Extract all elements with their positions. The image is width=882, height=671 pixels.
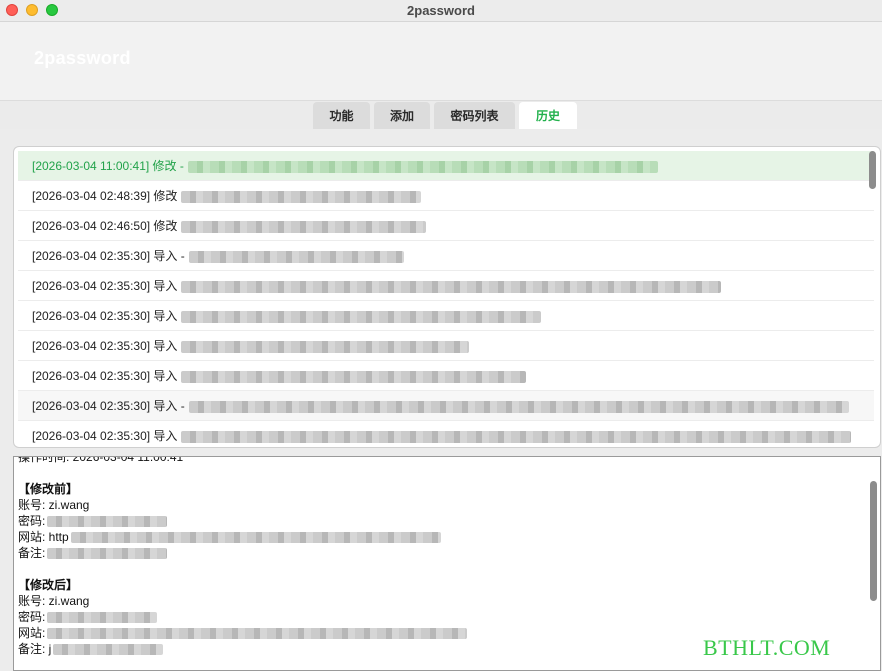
tab-password-list[interactable]: 密码列表 bbox=[434, 102, 515, 130]
redacted-text bbox=[47, 516, 168, 528]
detail-label: 备注: bbox=[18, 642, 49, 656]
watermark: BTHLT.COM bbox=[703, 635, 831, 660]
detail-before-account: 账号: zi.wang bbox=[18, 497, 858, 513]
redacted-text bbox=[181, 190, 422, 203]
detail-after-account: 账号: zi.wang bbox=[18, 593, 858, 609]
history-row-text: [2026-03-04 02:46:50] 修改 bbox=[32, 219, 178, 233]
redacted-text bbox=[53, 644, 164, 656]
detail-value: zi.wang bbox=[48, 498, 90, 512]
detail-op-time: 操作时间: 2026-03-04 11:00:41 bbox=[18, 456, 184, 464]
app-header: 2password bbox=[0, 22, 882, 100]
history-list-scroll-thumb[interactable] bbox=[869, 151, 876, 189]
history-detail-scrollbar[interactable] bbox=[870, 481, 877, 601]
app-window: 2password 2password 功能 添加 密码列表 历史 [2026-… bbox=[0, 0, 882, 671]
detail-label: 密码: bbox=[18, 610, 46, 624]
tab-history[interactable]: 历史 bbox=[519, 102, 577, 130]
detail-value: http bbox=[48, 530, 69, 544]
history-row[interactable]: [2026-03-04 02:48:39] 修改 bbox=[18, 181, 874, 211]
history-row-text: [2026-03-04 02:35:30] 导入 bbox=[32, 309, 178, 323]
history-row[interactable]: [2026-03-04 11:00:41] 修改 - bbox=[18, 151, 874, 181]
detail-value: zi.wang bbox=[48, 594, 90, 608]
detail-value: j bbox=[48, 642, 52, 656]
history-row-text: [2026-03-04 02:35:30] 导入 bbox=[32, 369, 178, 383]
history-row-text: [2026-03-04 02:35:30] 导入 bbox=[32, 279, 178, 293]
detail-before-note: 备注: bbox=[18, 545, 858, 561]
tab-bar: 功能 添加 密码列表 历史 bbox=[0, 100, 882, 130]
history-row-text: [2026-03-04 02:35:30] 导入 bbox=[32, 429, 178, 443]
history-page: [2026-03-04 11:00:41] 修改 - [2026-03-04 0… bbox=[0, 129, 882, 671]
redacted-text bbox=[181, 340, 470, 353]
window-title: 2password bbox=[407, 3, 475, 18]
history-row-text: [2026-03-04 02:35:30] 导入 bbox=[32, 339, 178, 353]
detail-label: 密码: bbox=[18, 514, 46, 528]
redacted-text bbox=[188, 250, 404, 263]
detail-label: 账号: bbox=[18, 498, 49, 512]
history-list-scrollbar[interactable] bbox=[869, 151, 876, 443]
redacted-text bbox=[188, 400, 849, 413]
detail-after-heading: 【修改后】 bbox=[18, 578, 79, 592]
detail-label: 账号: bbox=[18, 594, 49, 608]
history-list[interactable]: [2026-03-04 11:00:41] 修改 - [2026-03-04 0… bbox=[13, 146, 881, 448]
history-row[interactable]: [2026-03-04 02:46:50] 修改 bbox=[18, 211, 874, 241]
history-row[interactable]: [2026-03-04 02:35:30] 导入 bbox=[18, 301, 874, 331]
detail-after-password: 密码: bbox=[18, 609, 858, 625]
redacted-text bbox=[47, 612, 158, 624]
redacted-text bbox=[181, 310, 542, 323]
history-row-text: [2026-03-04 02:35:30] 导入 - bbox=[32, 399, 185, 413]
redacted-text bbox=[181, 370, 527, 383]
redacted-text bbox=[187, 160, 658, 173]
redacted-text bbox=[47, 548, 168, 560]
detail-label: 网站: bbox=[18, 626, 46, 640]
detail-spacer bbox=[18, 561, 858, 577]
redacted-text bbox=[47, 628, 468, 640]
history-row-text: [2026-03-04 02:35:30] 导入 - bbox=[32, 249, 185, 263]
detail-before-site: 网站: http bbox=[18, 529, 858, 545]
history-row[interactable]: [2026-03-04 02:35:30] 导入 bbox=[18, 421, 874, 447]
redacted-text bbox=[181, 220, 427, 233]
tab-functions[interactable]: 功能 bbox=[313, 102, 370, 130]
history-row-text: [2026-03-04 02:48:39] 修改 bbox=[32, 189, 178, 203]
history-row[interactable]: [2026-03-04 02:35:30] 导入 bbox=[18, 271, 874, 301]
tab-add[interactable]: 添加 bbox=[374, 102, 430, 130]
history-row[interactable]: [2026-03-04 02:35:30] 导入 - bbox=[18, 241, 874, 271]
redacted-text bbox=[70, 532, 441, 544]
detail-before-password: 密码: bbox=[18, 513, 858, 529]
title-bar: 2password bbox=[0, 0, 882, 22]
detail-before-heading: 【修改前】 bbox=[18, 482, 79, 496]
history-row[interactable]: [2026-03-04 02:35:30] 导入 - bbox=[18, 391, 874, 421]
detail-label: 备注: bbox=[18, 546, 46, 560]
history-row-text: [2026-03-04 11:00:41] 修改 - bbox=[32, 159, 184, 173]
history-detail-text: 操作时间: 2026-03-04 11:00:41 【修改前】 账号: zi.w… bbox=[18, 456, 858, 657]
app-name: 2password bbox=[34, 48, 131, 68]
detail-spacer bbox=[18, 465, 858, 481]
redacted-text bbox=[181, 430, 852, 443]
detail-label: 网站: bbox=[18, 530, 49, 544]
history-row[interactable]: [2026-03-04 02:35:30] 导入 bbox=[18, 361, 874, 391]
redacted-text bbox=[181, 280, 722, 293]
history-row[interactable]: [2026-03-04 02:35:30] 导入 bbox=[18, 331, 874, 361]
